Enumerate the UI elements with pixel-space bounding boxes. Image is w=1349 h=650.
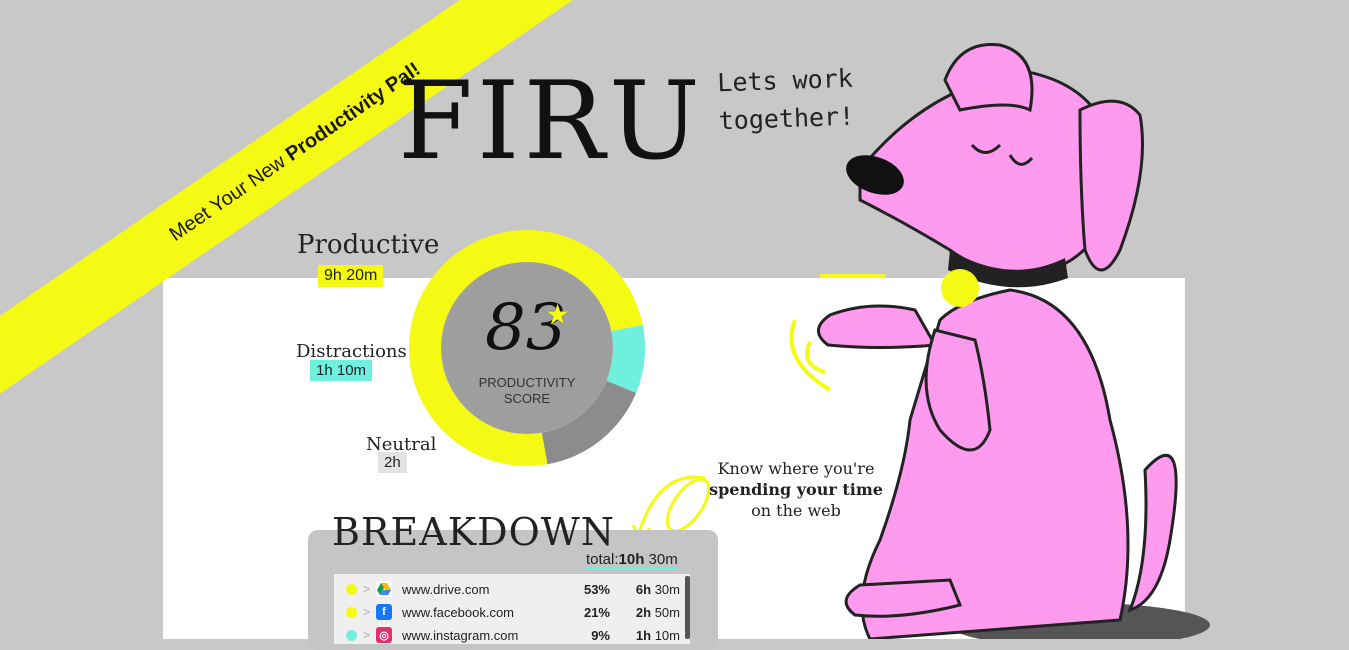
- site-minutes: 30m: [651, 581, 680, 597]
- site-url[interactable]: www.facebook.com: [402, 605, 570, 620]
- table-row[interactable]: > www.drive.com 53% 6h 30m: [334, 578, 680, 600]
- breakdown-title: BREAKDOWN: [332, 510, 616, 554]
- table-scrollbar[interactable]: [685, 576, 690, 639]
- google-drive-icon: [376, 581, 393, 597]
- site-minutes: 10m: [651, 627, 680, 643]
- site-hours: 1h: [635, 627, 652, 643]
- motion-line-2: [805, 341, 826, 374]
- tagline-bold: spending your time: [709, 480, 883, 499]
- breakdown-table[interactable]: > www.drive.com 53% 6h 30m > f www.faceb…: [334, 574, 690, 644]
- tagline-line-1: Know where you're: [717, 459, 875, 478]
- category-dot: [346, 583, 357, 595]
- site-duration: 2h 50m: [610, 605, 680, 620]
- site-hours: 2h: [635, 604, 652, 620]
- instagram-icon: ◎: [376, 627, 393, 643]
- site-minutes: 50m: [651, 604, 680, 620]
- breakdown-total: total:10h 30m: [586, 551, 678, 570]
- category-dot: [346, 606, 357, 618]
- dog-tag: [941, 269, 979, 307]
- dog-tail: [1127, 453, 1178, 613]
- dog-ear-right: [1078, 99, 1144, 272]
- table-row[interactable]: > ◎ www.instagram.com 9% 1h 10m: [334, 624, 680, 646]
- dog-raised-paw: [817, 304, 938, 349]
- site-duration: 6h 30m: [610, 582, 680, 597]
- tagline: Know where you're spending your time on …: [706, 458, 886, 521]
- dog-ear-left: [943, 42, 1034, 113]
- chevron-right-icon[interactable]: >: [363, 605, 370, 619]
- total-minutes: 30m: [644, 551, 678, 568]
- tagline-line-3: on the web: [751, 501, 841, 520]
- chevron-right-icon[interactable]: >: [363, 628, 370, 642]
- site-url[interactable]: www.drive.com: [402, 582, 570, 597]
- total-hours: 10h: [618, 551, 645, 568]
- site-percent: 53%: [583, 581, 610, 597]
- table-row[interactable]: > f www.facebook.com 21% 2h 50m: [334, 601, 680, 623]
- site-url[interactable]: www.instagram.com: [402, 628, 570, 643]
- facebook-icon: f: [376, 604, 393, 620]
- chevron-right-icon[interactable]: >: [363, 582, 370, 596]
- total-label: total:: [586, 551, 619, 568]
- site-percent: 9%: [591, 627, 610, 643]
- site-hours: 6h: [635, 581, 652, 597]
- tagline-line-2: spending your time: [706, 479, 886, 500]
- site-duration: 1h 10m: [610, 628, 680, 643]
- site-percent: 21%: [583, 604, 610, 620]
